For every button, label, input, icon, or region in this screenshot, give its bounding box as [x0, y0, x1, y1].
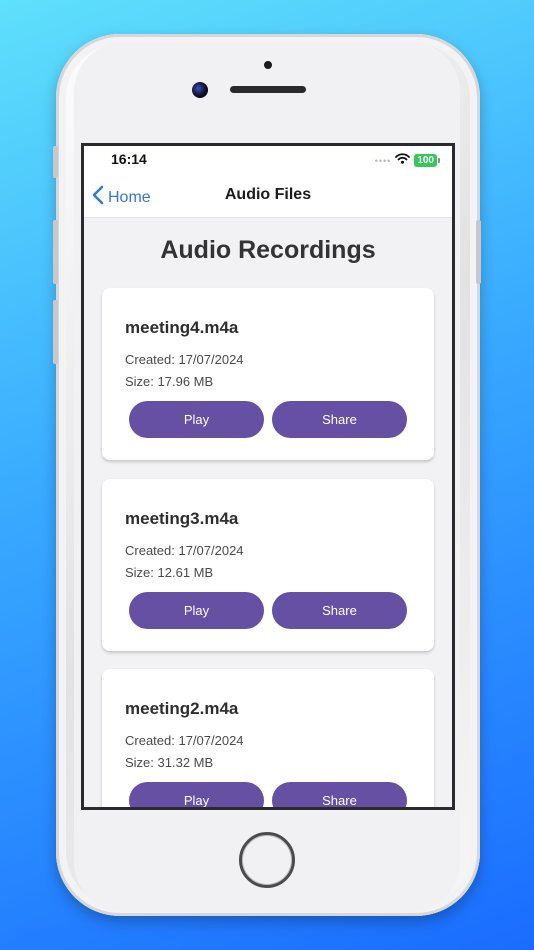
home-button[interactable] — [239, 832, 295, 888]
file-name: meeting4.m4a — [125, 318, 239, 337]
volume-up-button — [53, 220, 58, 284]
phone-screen: 16:14 •••• 100 Home Audio Files Audio Re… — [81, 143, 455, 810]
recordings-list[interactable]: Audio Recordings meeting4.m4a Created: 1… — [84, 219, 452, 807]
file-size: Size: 12.61 MB — [125, 565, 214, 580]
share-button[interactable]: Share — [272, 592, 407, 629]
play-button[interactable]: Play — [129, 782, 264, 807]
share-button[interactable]: Share — [272, 782, 407, 807]
recording-card: meeting4.m4a Created: 17/07/2024 Size: 1… — [102, 288, 434, 460]
file-name: meeting2.m4a — [125, 699, 239, 718]
file-name: meeting3.m4a — [125, 509, 239, 528]
share-button[interactable]: Share — [272, 401, 407, 438]
front-camera — [192, 82, 208, 98]
proximity-sensor — [264, 61, 272, 69]
page-title: Audio Recordings — [160, 236, 376, 264]
signal-icon: •••• — [374, 156, 392, 166]
file-created: Created: 17/07/2024 — [125, 733, 244, 748]
power-button — [476, 220, 481, 284]
recording-card: meeting2.m4a Created: 17/07/2024 Size: 3… — [102, 669, 434, 807]
nav-title: Audio Files — [224, 186, 312, 203]
earpiece-speaker — [230, 86, 306, 93]
navigation-bar: Home Audio Files — [84, 172, 452, 218]
status-bar: 16:14 •••• 100 — [84, 146, 452, 172]
battery-icon: 100 — [414, 153, 440, 167]
status-indicators: •••• 100 — [374, 151, 440, 169]
file-created: Created: 17/07/2024 — [125, 543, 244, 558]
recording-card: meeting3.m4a Created: 17/07/2024 Size: 1… — [102, 479, 434, 651]
play-button[interactable]: Play — [129, 401, 264, 438]
status-time: 16:14 — [111, 151, 147, 167]
mute-switch — [53, 146, 58, 178]
wifi-icon — [395, 151, 411, 169]
file-size: Size: 31.32 MB — [125, 755, 214, 770]
file-created: Created: 17/07/2024 — [125, 352, 244, 367]
volume-down-button — [53, 300, 58, 364]
play-button[interactable]: Play — [129, 592, 264, 629]
file-size: Size: 17.96 MB — [125, 374, 214, 389]
